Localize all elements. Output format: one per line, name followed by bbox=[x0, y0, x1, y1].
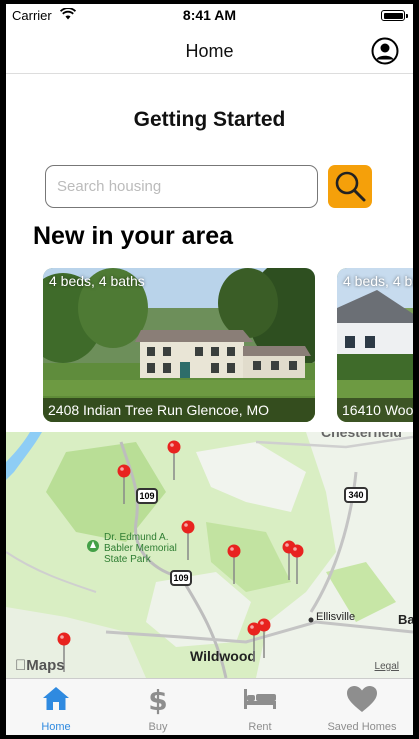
highway-shield: 109 bbox=[136, 488, 158, 504]
map-pin[interactable] bbox=[117, 464, 131, 504]
battery-icon bbox=[381, 10, 408, 21]
map-label-chesterfield: Chesterfield bbox=[321, 432, 402, 440]
tab-home[interactable]: Home bbox=[6, 679, 106, 735]
map-label-park: Dr. Edmund A. Babler Memorial State Park bbox=[104, 532, 177, 565]
tab-label: Rent bbox=[248, 721, 272, 733]
listing-beds-baths: 4 beds, 4 baths bbox=[343, 273, 413, 289]
listing-address: 2408 Indian Tree Run Glencoe, MO bbox=[43, 398, 315, 422]
tab-label: Home bbox=[41, 721, 71, 733]
nav-title: Home bbox=[185, 41, 234, 61]
house-icon bbox=[43, 687, 69, 710]
map-pin[interactable] bbox=[257, 618, 271, 658]
map-pin[interactable] bbox=[290, 544, 304, 584]
listing-beds-baths: 4 beds, 4 baths bbox=[49, 273, 145, 289]
map-label-park-line: Dr. Edmund A. bbox=[104, 532, 169, 543]
listing-address: 16410 Woo bbox=[337, 398, 413, 422]
dollar-icon: $ bbox=[148, 685, 167, 715]
highway-shield: 340 bbox=[344, 487, 368, 503]
tab-label: Saved Homes bbox=[327, 721, 397, 733]
listing-card[interactable]: 4 beds, 4 baths 2408 Indian Tree Run Gle… bbox=[43, 268, 315, 422]
highway-shield: 109 bbox=[170, 570, 192, 586]
status-bar: Carrier 8:41 AM bbox=[6, 4, 413, 28]
map-label-partial: Ba bbox=[398, 612, 413, 627]
navigation-bar: Home bbox=[6, 28, 413, 74]
section-title: New in your area bbox=[33, 222, 234, 250]
search-button[interactable] bbox=[328, 165, 372, 208]
listing-card[interactable]: 4 beds, 4 baths 16410 Woo bbox=[337, 268, 413, 422]
tab-bar: Home $ Buy Rent Saved Homes bbox=[6, 678, 413, 735]
apple-maps-logo: Maps bbox=[15, 657, 65, 674]
map-label-park-line: Babler Memorial bbox=[104, 543, 177, 554]
heart-icon bbox=[347, 686, 377, 712]
maps-logo-text: Maps bbox=[15, 657, 64, 674]
page-heading: Getting Started bbox=[133, 108, 286, 131]
map-pin[interactable] bbox=[181, 520, 195, 560]
tab-saved-homes[interactable]: Saved Homes bbox=[312, 679, 412, 735]
search-input[interactable] bbox=[46, 166, 317, 207]
map-view[interactable]: Chesterfield Dr. Edmund A. Babler Memori… bbox=[6, 432, 413, 678]
svg-text:$: $ bbox=[148, 685, 167, 715]
listings-carousel[interactable]: 4 beds, 4 baths 2408 Indian Tree Run Gle… bbox=[6, 268, 413, 422]
search-field[interactable] bbox=[45, 165, 318, 208]
map-pin[interactable] bbox=[227, 544, 241, 584]
tab-label: Buy bbox=[148, 721, 168, 733]
bed-icon bbox=[244, 689, 276, 709]
map-label-park-line: State Park bbox=[104, 554, 151, 565]
search-icon bbox=[335, 171, 366, 202]
tab-rent[interactable]: Rent bbox=[210, 679, 310, 735]
tab-buy[interactable]: $ Buy bbox=[108, 679, 208, 735]
person-circle-icon[interactable] bbox=[371, 37, 399, 65]
status-time: 8:41 AM bbox=[182, 7, 237, 23]
app-screen: Carrier 8:41 AM Home Getting Started New… bbox=[6, 4, 413, 735]
map-label-ellisville: Ellisville bbox=[316, 611, 356, 623]
legal-link[interactable]: Legal bbox=[375, 661, 399, 672]
map-pin[interactable] bbox=[167, 440, 181, 480]
